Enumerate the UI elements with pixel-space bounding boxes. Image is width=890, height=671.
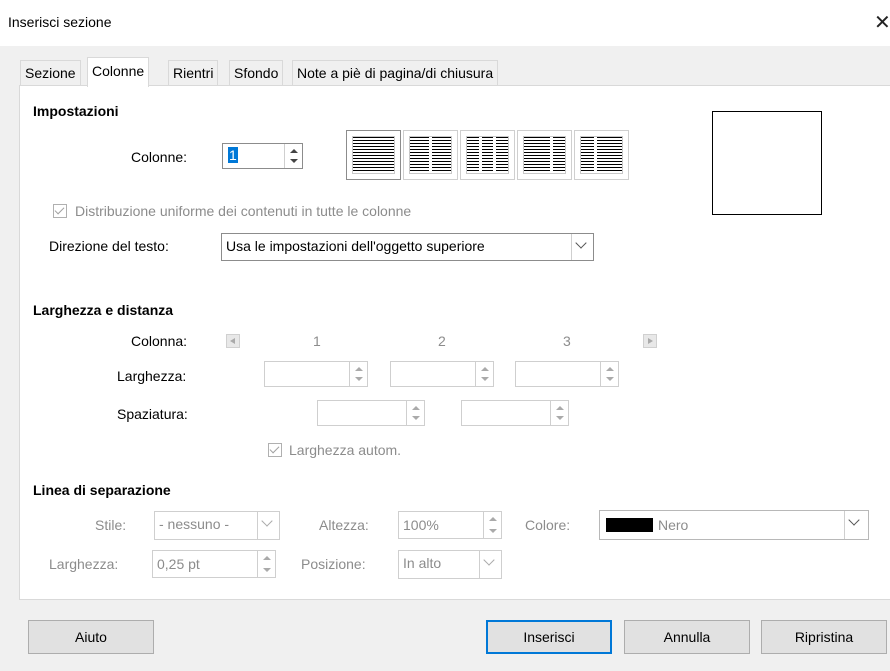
separator-header: Linea di separazione	[33, 482, 171, 498]
height-value: 100%	[403, 517, 439, 533]
help-button[interactable]: Aiuto	[28, 620, 154, 654]
position-label: Posizione:	[301, 556, 366, 572]
previous-column-icon[interactable]	[226, 334, 240, 348]
height-spinner[interactable]: 100%	[398, 511, 502, 539]
color-select[interactable]: Nero	[599, 510, 869, 540]
color-label: Colore:	[525, 517, 571, 533]
chevron-down-icon[interactable]	[257, 512, 279, 539]
layout-two-column-button[interactable]	[403, 130, 458, 180]
line-width-label: Larghezza:	[49, 556, 119, 572]
chevron-down-icon[interactable]	[571, 234, 593, 260]
position-value: In alto	[403, 555, 442, 571]
even-distribution-label: Distribuzione uniforme dei contenuti in …	[75, 203, 412, 219]
color-swatch	[606, 518, 653, 532]
auto-width-label: Larghezza autom.	[289, 442, 402, 458]
two-column-layout-icon	[409, 136, 452, 174]
left-wide-layout-icon	[523, 136, 566, 174]
spacing-2-input[interactable]	[461, 400, 569, 426]
line-width-spinner[interactable]: 0,25 pt	[152, 550, 276, 578]
columns-value[interactable]: 1	[228, 147, 238, 163]
height-label: Altezza:	[319, 517, 369, 533]
columns-label: Colonne:	[131, 149, 188, 165]
three-column-layout-icon	[466, 136, 509, 174]
column-preview	[712, 111, 822, 215]
insert-button[interactable]: Inserisci	[486, 620, 612, 654]
auto-width-checkbox[interactable]	[268, 443, 282, 457]
chevron-down-icon[interactable]	[479, 551, 501, 578]
title-bar	[0, 0, 890, 46]
columns-spin-buttons[interactable]	[284, 144, 302, 168]
layout-right-wide-button[interactable]	[574, 130, 629, 180]
column-number-2: 2	[438, 333, 446, 349]
close-icon[interactable]: ✕	[874, 10, 890, 35]
tab-note[interactable]: Note a piè di pagina/di chiusura	[292, 60, 499, 85]
even-distribution-checkbox[interactable]	[53, 204, 67, 218]
text-direction-select[interactable]: Usa le impostazioni dell'oggetto superio…	[221, 233, 594, 261]
width-label: Larghezza:	[117, 368, 187, 384]
spacing-label: Spaziatura:	[117, 406, 188, 422]
layout-left-wide-button[interactable]	[517, 130, 572, 180]
spacing-1-input[interactable]	[317, 400, 425, 426]
columns-spinner[interactable]: 1	[222, 143, 303, 169]
position-select[interactable]: In alto	[398, 550, 502, 579]
next-column-icon[interactable]	[643, 334, 657, 348]
style-value: - nessuno -	[159, 516, 230, 532]
tab-rientri[interactable]: Rientri	[168, 60, 219, 85]
reset-button[interactable]: Ripristina	[761, 620, 887, 654]
column-2-width-input[interactable]	[390, 361, 494, 387]
style-label: Stile:	[95, 517, 127, 533]
cancel-button[interactable]: Annulla	[624, 620, 750, 654]
column-number-3: 3	[563, 333, 571, 349]
right-wide-layout-icon	[580, 136, 623, 174]
one-column-layout-icon	[352, 136, 395, 174]
layout-one-column-button[interactable]	[346, 130, 401, 180]
column-3-width-input[interactable]	[515, 361, 619, 387]
settings-header: Impostazioni	[33, 103, 119, 119]
chevron-down-icon[interactable]	[844, 511, 868, 539]
style-select[interactable]: - nessuno -	[154, 511, 280, 540]
tab-sezione[interactable]: Sezione	[20, 60, 81, 85]
window-title: Inserisci sezione	[8, 14, 112, 30]
column-label: Colonna:	[131, 333, 188, 349]
column-number-1: 1	[313, 333, 321, 349]
width-spacing-header: Larghezza e distanza	[33, 302, 174, 318]
layout-three-column-button[interactable]	[460, 130, 515, 180]
tab-colonne[interactable]: Colonne	[87, 57, 150, 87]
text-direction-label: Direzione del testo:	[49, 238, 169, 254]
color-value: Nero	[658, 517, 689, 533]
text-direction-value: Usa le impostazioni dell'oggetto superio…	[226, 238, 485, 254]
line-width-value: 0,25 pt	[157, 556, 200, 572]
column-1-width-input[interactable]	[264, 361, 368, 387]
tab-sfondo[interactable]: Sfondo	[229, 60, 284, 85]
